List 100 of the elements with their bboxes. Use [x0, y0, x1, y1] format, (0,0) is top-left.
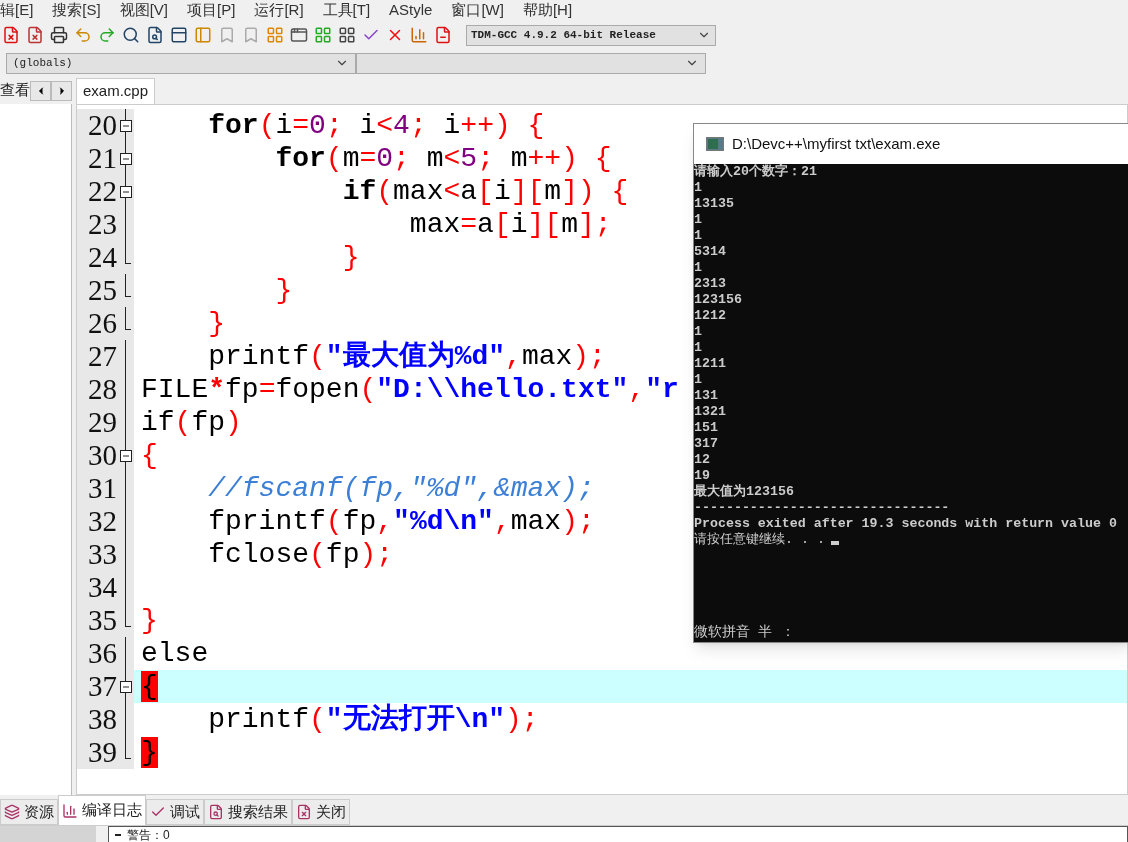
- line-number: 27: [88, 340, 117, 373]
- menu-item[interactable]: 辑[E]: [0, 0, 34, 22]
- bar-chart-icon[interactable]: [410, 26, 428, 44]
- line-number: 37: [88, 670, 117, 703]
- text-cursor-icon: [830, 541, 839, 545]
- line-number: 23: [88, 208, 117, 241]
- log-line: 警告：0: [127, 827, 170, 842]
- close-file-icon[interactable]: [2, 26, 20, 44]
- console-line: 1211: [694, 356, 727, 372]
- menu-item[interactable]: 工具[T]: [322, 0, 371, 22]
- find-file-icon[interactable]: [146, 26, 164, 44]
- line-number: 20: [88, 109, 117, 142]
- console-line: 5314: [694, 244, 727, 260]
- line-number: 33: [88, 538, 117, 571]
- search-icon[interactable]: [122, 26, 140, 44]
- line-number: 36: [88, 637, 117, 670]
- console-line: 13135: [694, 196, 735, 212]
- fold-toggle-icon[interactable]: [119, 152, 132, 165]
- menu-item[interactable]: 项目[P]: [187, 0, 236, 22]
- editor-tab[interactable]: exam.cpp: [76, 78, 156, 104]
- menu-item[interactable]: 视图[V]: [119, 0, 169, 22]
- console-line: 1: [694, 180, 703, 196]
- console-line: 1212: [694, 308, 727, 324]
- panel-icon[interactable]: [170, 26, 188, 44]
- find-file-icon: [208, 804, 224, 820]
- fold-toggle-icon[interactable]: [119, 185, 132, 198]
- code-line: }: [207, 307, 225, 340]
- code-line: }: [341, 241, 360, 274]
- console-line: 1: [694, 324, 703, 340]
- bottom-tab[interactable]: 搜索结果: [204, 799, 292, 825]
- code-line: {: [141, 439, 158, 472]
- code-line: if(fp): [141, 406, 242, 439]
- line-number: 32: [88, 505, 117, 538]
- tree-dash-icon: [115, 833, 121, 836]
- code-line: for(i=0; i<4; i++) {: [207, 109, 545, 142]
- console-line: 请输入20个数字：21: [694, 164, 818, 180]
- line-number: 31: [88, 472, 117, 505]
- close-all-icon[interactable]: [26, 26, 44, 44]
- code-line: for(m=0; m<5; m++) {: [274, 142, 612, 175]
- code-line: fclose(fp);: [207, 538, 394, 571]
- print-icon[interactable]: [50, 26, 68, 44]
- line-number: 25: [88, 274, 117, 307]
- console-line: --------------------------------: [694, 500, 951, 516]
- menu-item[interactable]: 帮助[H]: [522, 0, 573, 22]
- line-number: 39: [88, 736, 117, 769]
- fold-toggle-icon[interactable]: [119, 680, 132, 693]
- line-number: 26: [88, 307, 117, 340]
- line-number: 38: [88, 703, 117, 736]
- ime-status: 微软拼音 半 ：: [694, 624, 796, 642]
- console-line: 1: [694, 372, 703, 388]
- scroll-right-button[interactable]: [51, 80, 72, 101]
- console-line: 12: [694, 452, 711, 468]
- console-line: 1: [694, 340, 703, 356]
- window-icon[interactable]: [290, 26, 308, 44]
- split-panel-icon[interactable]: [194, 26, 212, 44]
- tiles-icon[interactable]: [314, 26, 332, 44]
- redo-icon[interactable]: [98, 26, 116, 44]
- menu-item[interactable]: 窗口[W]: [451, 0, 504, 22]
- menu-item[interactable]: AStyle: [389, 0, 433, 22]
- line-number: 34: [88, 571, 117, 604]
- fold-toggle-icon[interactable]: [119, 449, 132, 462]
- console-line: 最大值为123156: [694, 484, 795, 500]
- grid-outline-icon[interactable]: [338, 26, 356, 44]
- console-app-icon: [706, 137, 724, 151]
- code-line: //fscanf(fp,"%d",&max);: [207, 472, 595, 505]
- console-line: 1321: [694, 404, 727, 420]
- close-file-icon: [296, 804, 312, 820]
- bar-chart-icon: [62, 802, 78, 819]
- layers-icon: [4, 804, 20, 820]
- line-number: 28: [88, 373, 117, 406]
- console-line: 1: [694, 228, 703, 244]
- console-line: 请按任意键继续. . .: [694, 532, 825, 548]
- line-number: 21: [88, 142, 117, 175]
- compiler-select[interactable]: TDM-GCC 4.9.2 64-bit Release: [466, 24, 716, 46]
- undo-icon[interactable]: [74, 26, 92, 44]
- panel-tab[interactable]: 查看: [0, 79, 30, 102]
- menu-item[interactable]: 搜索[S]: [52, 0, 101, 22]
- console-line: 1: [694, 260, 703, 276]
- bottom-tab[interactable]: 资源: [0, 799, 58, 825]
- console-line: 123156: [694, 292, 743, 308]
- bottom-tab[interactable]: 关闭: [292, 799, 350, 825]
- code-line: }: [274, 274, 293, 307]
- console-line: 1: [694, 212, 703, 228]
- bottom-tab[interactable]: 调试: [146, 799, 204, 825]
- menu-item[interactable]: 运行[R]: [254, 0, 304, 22]
- code-line: printf("无法打开\n");: [207, 703, 539, 736]
- line-number: 35: [88, 604, 117, 637]
- console-line: 317: [694, 436, 719, 452]
- delete-file-icon[interactable]: [434, 26, 452, 44]
- scroll-left-button[interactable]: [30, 80, 51, 101]
- line-number: 30: [88, 439, 117, 472]
- line-number: 29: [88, 406, 117, 439]
- fold-toggle-icon[interactable]: [119, 119, 132, 132]
- console-line: 151: [694, 420, 719, 436]
- bottom-tab[interactable]: 编译日志: [58, 795, 146, 825]
- console-line: 2313: [694, 276, 727, 292]
- code-line: max=a[i][m];: [408, 208, 612, 241]
- scope-select[interactable]: (globals): [6, 52, 356, 74]
- window-title: D:\Devc++\myfirst txt\exam.exe: [732, 133, 941, 154]
- code-line: printf("最大值为%d",max);: [207, 340, 606, 373]
